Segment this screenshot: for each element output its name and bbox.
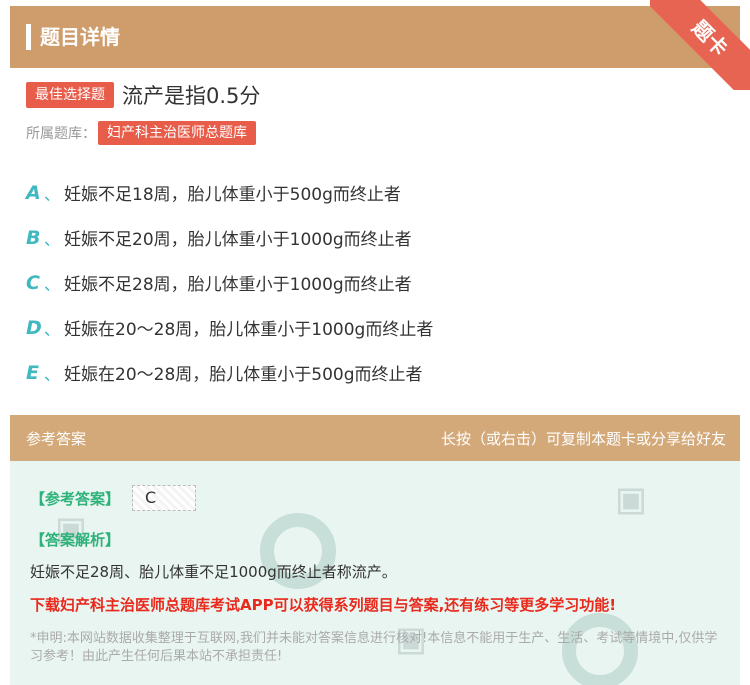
option-separator: 、: [44, 229, 61, 249]
option-text: 妊娠不足20周，胎儿体重小于1000g而终止者: [64, 230, 412, 250]
header-accent-bar: [26, 24, 31, 50]
option-text: 妊娠在20～28周，胎儿体重小于1000g而终止者: [64, 320, 434, 340]
analysis-tag: 【答案解析】: [30, 531, 121, 549]
question-text: 流产是指0.5分: [122, 84, 261, 108]
question-type-badge: 最佳选择题: [26, 82, 114, 108]
option-letter: C: [26, 271, 40, 294]
option-list: A 、 妊娠不足18周，胎儿体重小于500g而终止者 B 、 妊娠不足20周，胎…: [26, 170, 433, 395]
option-a[interactable]: A 、 妊娠不足18周，胎儿体重小于500g而终止者: [26, 170, 433, 215]
question-row: 最佳选择题 流产是指0.5分: [26, 80, 260, 110]
option-text: 妊娠不足28周，胎儿体重小于1000g而终止者: [64, 275, 412, 295]
disclaimer-text: *申明:本网站数据收集整理于互联网,我们并未能对答案信息进行核对!本信息不能用于…: [30, 631, 718, 664]
analysis-text: 妊娠不足28周、胎儿体重不足1000g而终止者称流产。: [30, 563, 397, 581]
option-letter: B: [26, 226, 41, 249]
question-bank-row: 所属题库： 妇产科主治医师总题库: [26, 121, 256, 145]
detail-header: 题目详情: [10, 6, 740, 68]
download-app-link[interactable]: 下载妇产科主治医师总题库考试APP可以获得系列题目与答案,还有练习等更多学习功能…: [30, 594, 616, 615]
option-d[interactable]: D 、 妊娠在20～28周，胎儿体重小于1000g而终止者: [26, 305, 433, 350]
option-b[interactable]: B 、 妊娠不足20周，胎儿体重小于1000g而终止者: [26, 215, 433, 260]
option-separator: 、: [44, 184, 61, 204]
corner-ribbon: 题卡: [650, 0, 750, 90]
watermark-glyph: ◈: [595, 466, 662, 532]
option-letter: A: [26, 181, 41, 204]
option-text: 妊娠不足18周，胎儿体重小于500g而终止者: [64, 185, 401, 205]
option-separator: 、: [44, 274, 61, 294]
option-separator: 、: [44, 364, 61, 384]
answer-section-header: 参考答案 长按（或右击）可复制本题卡或分享给好友: [10, 415, 740, 461]
option-e[interactable]: E 、 妊娠在20～28周，胎儿体重小于500g而终止者: [26, 350, 433, 395]
option-letter: E: [26, 361, 39, 384]
option-separator: 、: [44, 319, 61, 339]
option-c[interactable]: C 、 妊娠不足28周，胎儿体重小于1000g而终止者: [26, 260, 433, 305]
bank-label: 所属题库：: [26, 126, 96, 142]
share-hint: 长按（或右击）可复制本题卡或分享给好友: [440, 430, 726, 448]
bank-name-badge[interactable]: 妇产科主治医师总题库: [98, 121, 256, 145]
ribbon-label: 题卡: [650, 0, 750, 90]
option-text: 妊娠在20～28周，胎儿体重小于500g而终止者: [64, 365, 423, 385]
page-title: 题目详情: [40, 25, 120, 49]
answer-tag: 【参考答案】: [30, 490, 121, 508]
answer-section-body: ◈ ◈ ◈ 【参考答案】 C 【答案解析】 妊娠不足28周、胎儿体重不足1000…: [10, 461, 740, 685]
option-letter: D: [26, 316, 42, 339]
answer-section-title: 参考答案: [26, 430, 87, 448]
answer-value: C: [132, 485, 196, 511]
